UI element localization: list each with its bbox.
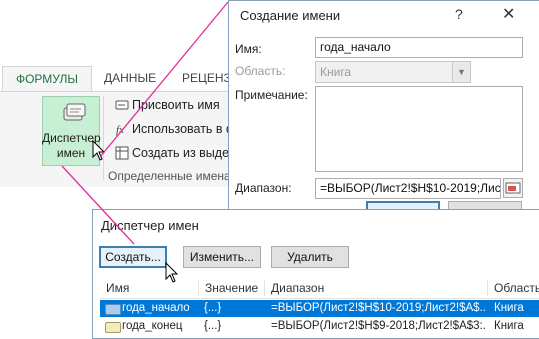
create-button[interactable]: Создать... (99, 246, 167, 268)
chevron-down-icon: ▼ (452, 62, 470, 82)
close-icon[interactable]: ✕ (502, 4, 515, 24)
name-manager-icon (63, 103, 86, 121)
mouse-cursor-icon (92, 140, 106, 161)
use-in-formula-button[interactable]: Использовать в ф (132, 120, 236, 138)
row-range: =ВЫБОР(Лист2!$H$10-2019;Лист2!$A$... (271, 302, 486, 314)
column-header-scope[interactable]: Область (494, 278, 539, 298)
tab-formulas[interactable]: ФОРМУЛЫ (2, 66, 92, 92)
row-name: года_начало (122, 302, 190, 314)
name-icon (105, 304, 121, 315)
tag-icon (115, 100, 129, 110)
help-icon[interactable]: ? (455, 6, 463, 22)
column-separator (487, 280, 488, 296)
column-header-name[interactable]: Имя (106, 278, 129, 298)
row-range: =ВЫБОР(Лист2!$H$9-2018;Лист2!$A$3:... (271, 320, 486, 332)
name-manager-dialog-title: Диспетчер имен (101, 218, 199, 233)
row-scope: Книга (494, 302, 524, 314)
table-row[interactable]: года_начало {...} =ВЫБОР(Лист2!$H$10-201… (100, 300, 539, 317)
create-from-selection-icon (115, 146, 129, 160)
row-value: {...} (204, 320, 222, 332)
create-from-selection-button[interactable]: Создать из выделе (132, 144, 243, 162)
column-separator (198, 280, 199, 296)
assign-name-button[interactable]: Присвоить имя (132, 96, 220, 114)
range-select-icon (505, 182, 521, 194)
row-name: года_конец (122, 320, 183, 332)
column-header-value[interactable]: Значение (205, 278, 258, 298)
name-field[interactable]: года_начало (315, 37, 523, 58)
scope-label: Область: (235, 64, 286, 78)
function-icon: fx (116, 124, 124, 136)
comment-label: Примечание: (235, 88, 308, 102)
header-divider (100, 298, 539, 299)
column-header-range[interactable]: Диапазон (271, 278, 324, 298)
table-row[interactable]: года_конец {...} =ВЫБОР(Лист2!$H$9-2018;… (100, 318, 539, 335)
tab-data[interactable]: ДАННЫЕ (104, 66, 156, 90)
defined-names-group-label: Определенные имена (108, 169, 231, 183)
range-label: Диапазон: (235, 181, 292, 195)
new-name-dialog-title: Создание имени (240, 8, 341, 23)
row-value: {...} (204, 302, 222, 314)
scope-select[interactable]: Книга (315, 61, 471, 83)
name-label: Имя: (235, 42, 262, 56)
collapse-range-button[interactable] (503, 178, 523, 198)
edit-button[interactable]: Изменить... (183, 246, 261, 268)
delete-button[interactable]: Удалить (271, 246, 349, 268)
tab-review[interactable]: РЕЦЕНЗ (182, 66, 231, 90)
range-field[interactable]: =ВЫБОР(Лист2!$H$10-2019;Лист2! (315, 178, 501, 199)
svg-text:fx: fx (116, 124, 124, 136)
row-scope: Книга (494, 320, 524, 332)
name-icon (105, 322, 121, 333)
ribbon-group-separator (103, 96, 104, 180)
column-separator (264, 280, 265, 296)
mouse-cursor-icon (165, 262, 179, 283)
comment-textarea[interactable] (315, 86, 523, 172)
